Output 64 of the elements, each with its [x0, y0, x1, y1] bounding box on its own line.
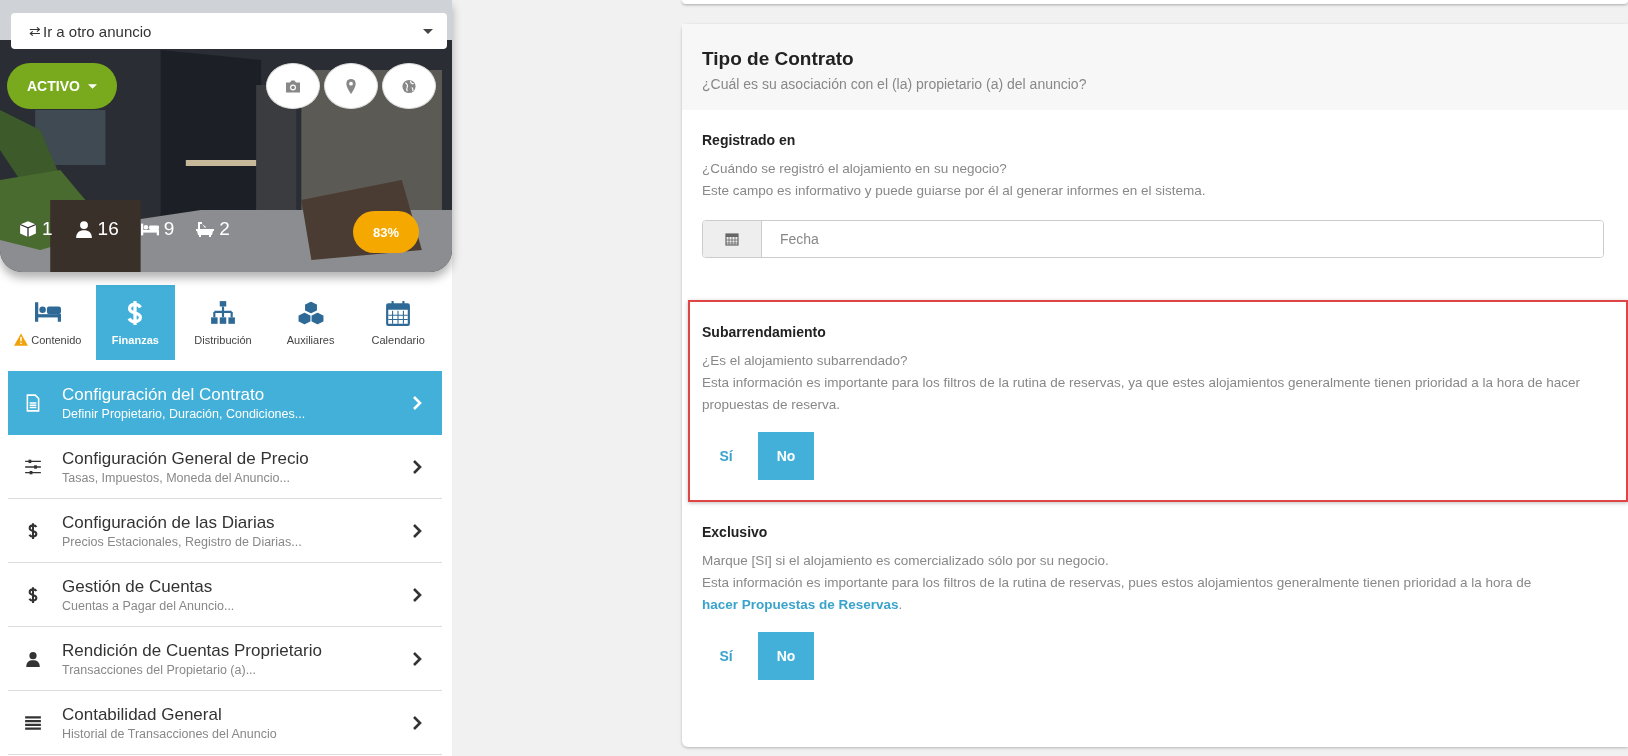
menu-item-title: Rendición de Cuentas Proprietario — [62, 640, 323, 661]
section-tab[interactable]: Contenido — [8, 285, 88, 360]
section-description: Marque [Sí] si el alojamiento es comercializado sólo por su negocio. — [702, 552, 1110, 570]
sliders-icon — [24, 457, 42, 476]
user-icon — [24, 649, 42, 668]
section-tab[interactable]: Calendario — [358, 285, 438, 360]
menu-item-subtitle: Cuentas a Pagar del Anuncio... — [62, 598, 236, 613]
stat-value: 16 — [97, 218, 119, 240]
card-subtitle: ¿Cuál es su asociación con el (la) propietario (a) del anuncio? — [702, 76, 1088, 92]
stat-value: 2 — [219, 218, 230, 240]
menu-item-subtitle: Tasas, Impuestos, Moneda del Anuncio... — [62, 470, 291, 485]
menu-item-subtitle: Transacciones del Propietario (a)... — [62, 662, 258, 677]
menu-item-title: Gestión de Cuentas — [62, 576, 214, 597]
chevron-right-icon — [412, 714, 422, 731]
bed-icon — [34, 299, 61, 325]
menu-item-title: Configuración de las Diarias — [62, 512, 276, 533]
card-title: Tipo de Contrato — [702, 48, 855, 70]
stat-value: 1 — [42, 218, 53, 240]
menu-item[interactable]: Rendición de Cuentas Proprietario Transacciones del Propietario (a)... — [8, 627, 442, 691]
caret-icon — [423, 28, 433, 34]
bathtub-icon — [196, 220, 215, 238]
chevron-right-icon — [412, 586, 422, 603]
menu-item[interactable]: Configuración General de Precio Tasas, Impuestos, Moneda del Anuncio... — [8, 435, 442, 499]
menu-item-subtitle: Historial de Transacciones del Anuncio — [62, 726, 278, 741]
chevron-right-icon — [412, 522, 422, 539]
user-icon — [74, 220, 93, 238]
camera-icon — [285, 78, 301, 94]
chevron-right-icon — [412, 395, 422, 411]
section-title: Registrado en — [702, 132, 797, 148]
stat-value: 9 — [163, 218, 175, 240]
listing-selector-label: Ir a otro anuncio — [43, 22, 153, 40]
menu-item-subtitle: Definir Propietario, Duración, Condiciones... — [62, 407, 307, 421]
section-description: ¿Es el alojamiento subarrendado? — [702, 352, 909, 370]
menu-item-title: Configuración General de Precio — [62, 448, 310, 469]
warning-icon — [14, 333, 29, 346]
section-tab[interactable]: Auxiliares — [270, 285, 351, 360]
section-title: Exclusivo — [702, 524, 769, 540]
calendar-icon — [385, 299, 412, 326]
list-icon — [24, 713, 42, 732]
section-description: ¿Cuándo se registró el alojamiento en su negocio? — [702, 160, 1008, 178]
section-description: Este campo es informativo y puede guiarse por él al generar informes en el sistema. — [702, 182, 1207, 200]
document-icon — [24, 394, 42, 412]
chevron-right-icon — [412, 650, 422, 667]
menu-item-title: Configuración del Contrato — [62, 385, 266, 405]
cubes-icon — [297, 299, 324, 326]
section-tab[interactable]: Distribución — [183, 285, 263, 360]
section-title: Subarrendamiento — [702, 324, 827, 340]
chevron-right-icon — [412, 458, 422, 475]
calendar-icon — [725, 232, 739, 246]
date-field[interactable]: Fecha — [702, 220, 1604, 258]
swap-icon: ⇄ — [29, 23, 41, 39]
menu-item-subtitle: Precios Estacionales, Registro de Diarias... — [62, 534, 303, 549]
section-description: Esta información es importante para los filtros de la rutina de reservas, pues estos alojamientos generalmente tienen prioridad a la hora de hacer Propuestas de Reservas. — [702, 574, 1533, 614]
cube-icon — [19, 220, 37, 238]
caret-icon — [87, 83, 97, 89]
sitemap-icon — [210, 299, 236, 326]
map-pin-icon — [343, 78, 359, 94]
menu-item[interactable]: Configuración de las Diarias Precios Estacionales, Registro de Diarias... — [8, 499, 442, 563]
menu-item[interactable]: Gestión de Cuentas Cuentas a Pagar del Anuncio... — [8, 563, 442, 627]
listing-selector[interactable]: ⇄Ir a otro anuncio — [11, 13, 447, 49]
section-description: Esta información es importante para los filtros de la rutina de reservas, ya que estes alojamientos generalmente tienen prioridad a la hora de hacer propuestas de reserva. — [702, 374, 1581, 414]
menu-item-title: Contabilidad General — [62, 704, 223, 725]
menu-item[interactable]: Contabilidad General Historial de Transacciones del Anuncio — [8, 691, 442, 755]
globe-icon — [401, 78, 417, 94]
